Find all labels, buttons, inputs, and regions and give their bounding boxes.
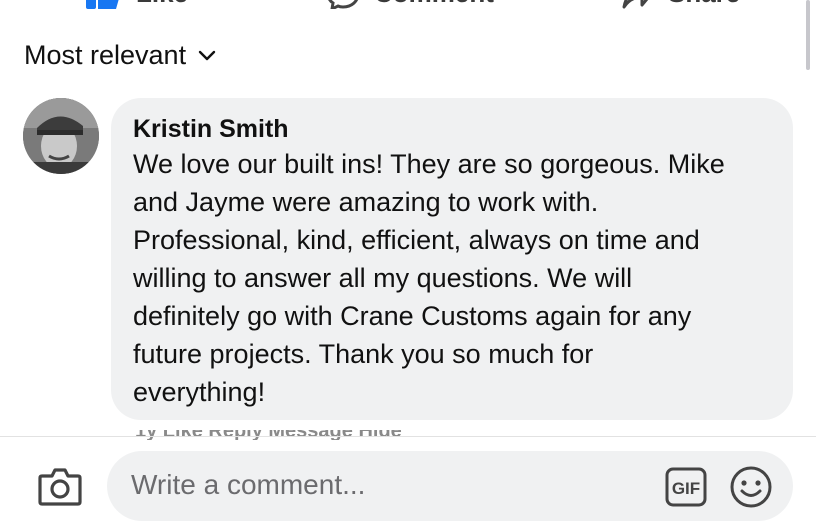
- comment-text: We love our built ins! They are so gorge…: [133, 149, 725, 407]
- comment-input[interactable]: Write a comment... GIF: [107, 451, 793, 521]
- share-arrow-icon: [622, 0, 648, 8]
- like-label: Like: [136, 0, 188, 9]
- gif-label: GIF: [672, 479, 700, 498]
- chevron-down-icon: [198, 50, 216, 60]
- share-button[interactable]: Share: [620, 0, 740, 9]
- comment-button[interactable]: Comment: [326, 0, 494, 9]
- comment-label: Comment: [374, 0, 494, 9]
- sort-label: Most relevant: [24, 40, 187, 70]
- avatar[interactable]: [23, 98, 99, 174]
- thumbs-up-icon: [86, 0, 119, 9]
- sort-dropdown[interactable]: Most relevant: [24, 40, 216, 71]
- comment-meta-text: 1y Like Reply Message Hide: [135, 430, 635, 440]
- share-label: Share: [668, 0, 740, 9]
- speech-bubble-icon: [328, 0, 358, 9]
- smiley-icon[interactable]: [729, 465, 773, 509]
- comment-input-placeholder: Write a comment...: [131, 469, 366, 500]
- post-action-bar: Like Comment Share: [0, 0, 816, 9]
- gif-icon[interactable]: GIF: [665, 467, 707, 507]
- scrollbar[interactable]: [806, 0, 810, 70]
- comment-author[interactable]: Kristin Smith: [133, 115, 289, 144]
- comment-bubble: Kristin Smith We love our built ins! The…: [111, 98, 793, 420]
- camera-icon[interactable]: [38, 466, 82, 506]
- comment-meta-actions: 1y Like Reply Message Hide: [135, 430, 635, 440]
- like-button[interactable]: Like: [86, 0, 188, 9]
- composer-divider: [0, 436, 816, 437]
- profile-photo: [23, 98, 99, 174]
